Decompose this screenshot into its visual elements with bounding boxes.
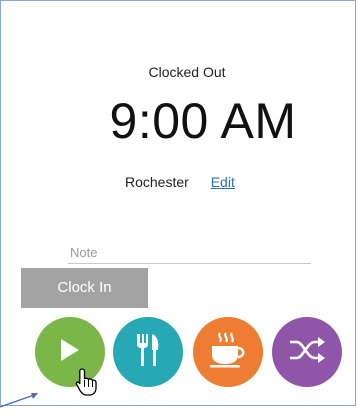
location-label: Rochester: [125, 174, 189, 190]
note-input[interactable]: [68, 241, 311, 264]
fork-knife-icon: [134, 332, 162, 373]
location-row: Rochester Edit: [125, 174, 235, 190]
coffee-cup-icon: [208, 331, 248, 374]
meal-break-button[interactable]: [113, 317, 183, 387]
edit-location-link[interactable]: Edit: [211, 174, 235, 190]
time-display: 9:00 AM: [109, 93, 297, 149]
clock-in-tooltip: Clock In: [21, 268, 148, 308]
shuffle-icon: [288, 335, 326, 370]
transfer-button[interactable]: [272, 317, 342, 387]
pointer-arrow-icon: [0, 390, 40, 413]
hand-cursor-icon: [75, 367, 99, 402]
break-button[interactable]: [193, 317, 263, 387]
play-icon: [59, 338, 81, 367]
clock-panel: Clocked Out 9:00 AM Rochester Edit Clock…: [0, 0, 356, 406]
status-label: Clocked Out: [148, 64, 226, 80]
